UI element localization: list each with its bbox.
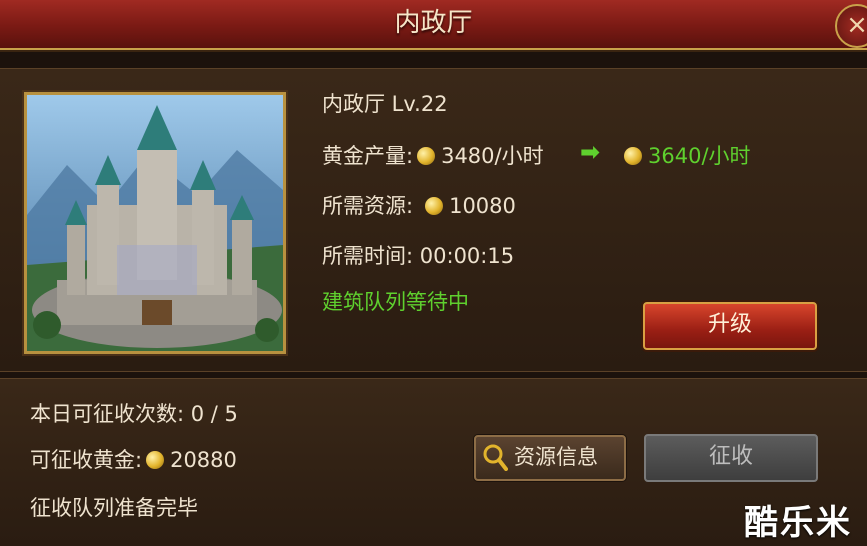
- required-time-label: 所需时间:: [322, 244, 414, 268]
- gold-coin-icon: [417, 147, 436, 165]
- required-resources-value: 10080: [449, 194, 516, 218]
- castle-illustration: [27, 95, 283, 351]
- collect-queue-status: 征收队列准备完毕: [30, 496, 198, 520]
- required-resources-label: 所需资源:: [322, 194, 414, 218]
- magnifier-icon: [483, 444, 508, 471]
- close-icon: ×: [846, 10, 867, 40]
- gold-output-next: 3640/小时: [648, 144, 751, 168]
- required-time-value: 00:00:15: [419, 244, 515, 268]
- building-image: [24, 92, 286, 354]
- collectible-gold-row: 可征收黄金: 20880: [30, 444, 237, 474]
- gold-coin-icon: [624, 147, 642, 165]
- title-bar: 内政厅: [0, 0, 867, 50]
- upgrade-button[interactable]: 升级: [643, 302, 817, 350]
- watermark: 酷乐米: [744, 503, 852, 543]
- resource-info-label: 资源信息: [514, 445, 598, 469]
- collectible-gold-label: 可征收黄金:: [30, 448, 143, 472]
- gold-coin-icon: [425, 197, 444, 215]
- resource-info-button[interactable]: 资源信息: [474, 435, 626, 481]
- gold-output-label: 黄金产量:: [322, 144, 414, 168]
- window-title: 内政厅: [394, 8, 473, 38]
- required-time-row: 所需时间: 00:00:15: [322, 240, 514, 270]
- required-resources-row: 所需资源: 10080: [322, 190, 516, 220]
- gold-output-next-row: 3640/小时: [620, 140, 751, 170]
- gold-output-current: 3480/小时: [441, 144, 544, 168]
- right-arrow-icon: ➡: [580, 138, 601, 166]
- daily-collect-count-value: 0 / 5: [190, 402, 238, 426]
- collectible-gold-value: 20880: [170, 448, 237, 472]
- build-queue-status: 建筑队列等待中: [322, 290, 469, 314]
- gold-coin-icon: [146, 451, 165, 469]
- building-name-level: 内政厅 Lv.22: [322, 92, 448, 116]
- gold-output-row: 黄金产量: 3480/小时: [322, 140, 544, 170]
- daily-collect-count-label: 本日可征收次数:: [30, 402, 185, 426]
- collect-button[interactable]: 征收: [644, 434, 818, 482]
- daily-collect-count-row: 本日可征收次数: 0 / 5: [30, 398, 238, 428]
